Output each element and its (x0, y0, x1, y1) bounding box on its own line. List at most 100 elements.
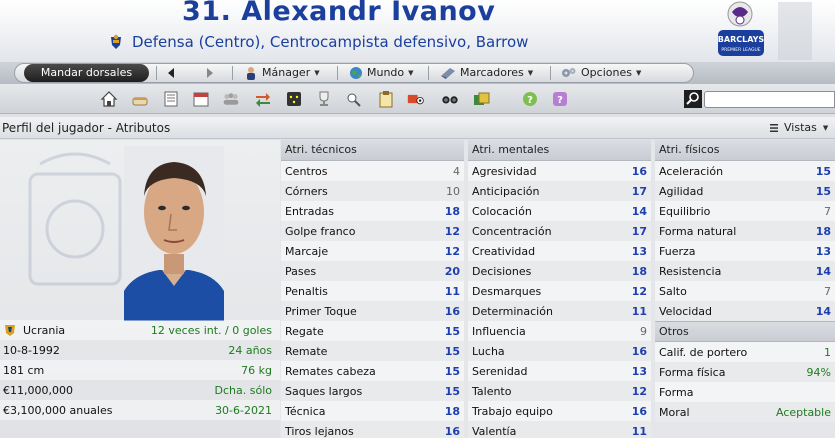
attribute-name: Determinación (472, 304, 553, 318)
main-toolbar: Mandar dorsales Mánager ▼ Mundo ▼ Marcad… (0, 62, 835, 84)
attribute-row: Agilidad 15 (655, 181, 835, 201)
toolbar-divider (428, 66, 429, 80)
attribute-name: Remate (285, 344, 328, 358)
wage-row: €3,100,000 anuales 30-6-2021 (0, 400, 280, 420)
attribute-row: Velocidad 14 (655, 301, 835, 321)
section-bar: Perfil del jugador - Atributos Vistas ▼ (0, 117, 835, 139)
attribute-row: Influencia 9 (468, 321, 651, 341)
age-value: 24 años (228, 343, 272, 357)
manager-menu[interactable]: Mánager ▼ (244, 65, 320, 81)
help-icon[interactable]: ? (521, 90, 539, 108)
home-icon[interactable] (100, 90, 118, 108)
toolbar-divider (232, 66, 233, 80)
training-icon[interactable] (407, 90, 425, 108)
header: 31. Alexandr Ivanov Defensa (Centro), Ce… (0, 0, 835, 62)
attribute-row: Remates cabeza 15 (281, 361, 464, 381)
attribute-name: Desmarques (472, 284, 542, 298)
transfer-icon[interactable] (254, 90, 272, 108)
player-subtitle: Defensa (Centro), Centrocampista defensi… (108, 33, 528, 51)
attribute-row: Colocación 14 (468, 201, 651, 221)
attribute-value: 16 (444, 304, 460, 318)
svg-text:?: ? (527, 95, 533, 106)
forward-button[interactable] (205, 65, 215, 81)
attribute-name: Fuerza (659, 244, 696, 258)
attribute-value: 18 (815, 224, 831, 238)
search-icon[interactable] (684, 90, 702, 108)
attribute-value: 17 (631, 184, 647, 198)
technical-attributes: Atri. técnicos Centros 4 Córners 10 Entradas… (281, 140, 464, 438)
trophy-icon[interactable] (315, 90, 333, 108)
attribute-value: 11 (444, 284, 460, 298)
attribute-row: Fuerza 13 (655, 241, 835, 261)
attribute-name: Resistencia (659, 264, 722, 278)
attribute-value: 94% (806, 365, 831, 379)
player-positions-club: Defensa (Centro), Centrocampista defensi… (132, 33, 529, 51)
gears-icon (562, 68, 576, 77)
marcadores-menu[interactable]: Marcadores ▼ (440, 65, 533, 81)
arrow-right-icon (207, 68, 213, 78)
attribute-value: 14 (815, 304, 831, 318)
attribute-row: Tiros lejanos 16 (281, 421, 464, 438)
list-icon (770, 123, 778, 132)
attribute-row: Córners 10 (281, 181, 464, 201)
attribute-name: Lucha (472, 344, 505, 358)
search-input[interactable] (704, 91, 835, 108)
height-row: 181 cm 76 kg (0, 360, 280, 380)
attribute-name: Forma natural (659, 224, 737, 238)
physical-header: Atri. físicos (655, 140, 835, 161)
question-icon[interactable]: ? (551, 90, 569, 108)
player-photo (124, 146, 224, 321)
mandar-dorsales-button[interactable]: Mandar dorsales (24, 64, 149, 82)
notebook-icon[interactable] (162, 90, 180, 108)
calendar-icon[interactable] (192, 90, 210, 108)
attribute-name: Centros (285, 164, 328, 178)
attribute-name: Forma física (659, 365, 726, 379)
opciones-label: Opciones (581, 66, 632, 79)
attribute-row: Valentía 11 (468, 421, 651, 438)
attribute-value: 7 (824, 284, 831, 298)
attribute-value: 18 (444, 404, 460, 418)
chevron-down-icon: ▼ (527, 69, 534, 77)
attribute-value: 18 (444, 204, 460, 218)
attribute-row: Serenidad 13 (468, 361, 651, 381)
attribute-row: Decisiones 18 (468, 261, 651, 281)
attribute-name: Colocación (472, 204, 532, 218)
attribute-name: Remates cabeza (285, 364, 376, 378)
attribute-name: Trabajo equipo (472, 404, 553, 418)
attribute-value: 15 (444, 324, 460, 338)
attribute-row: Concentración 17 (468, 221, 651, 241)
clipboard-icon[interactable] (377, 90, 395, 108)
mundo-menu[interactable]: Mundo ▼ (349, 65, 414, 81)
attribute-name: Serenidad (472, 364, 528, 378)
scout-icon[interactable] (345, 90, 363, 108)
vistas-dropdown[interactable]: Vistas ▼ (770, 121, 828, 134)
squad-icon[interactable] (222, 90, 240, 108)
caps-value: 12 veces int. / 0 goles (150, 323, 272, 337)
main-content: Ucrania 12 veces int. / 0 goles 10-8-199… (0, 140, 835, 438)
svg-text:?: ? (557, 95, 563, 106)
attribute-row: Forma (655, 382, 835, 402)
opciones-menu[interactable]: Opciones ▼ (561, 65, 641, 81)
finance-icon[interactable] (472, 90, 490, 108)
back-button[interactable] (166, 65, 176, 81)
dob-value: 10-8-1992 (3, 343, 60, 357)
binoculars-icon[interactable] (441, 90, 459, 108)
attribute-row: Talento 12 (468, 381, 651, 401)
attribute-name: Marcaje (285, 244, 329, 258)
attribute-name: Regate (285, 324, 324, 338)
toolbar-divider (156, 66, 157, 80)
premier-league-logo: BARCLAYS PREMIER LEAGUE (718, 1, 812, 60)
attribute-row: Creatividad 13 (468, 241, 651, 261)
nationality-row: Ucrania 12 veces int. / 0 goles (0, 320, 280, 340)
attribute-value: 12 (444, 244, 460, 258)
cake-icon[interactable] (131, 90, 149, 108)
manager-icon (247, 67, 255, 80)
player-title: 31. Alexandr Ivanov (182, 0, 496, 27)
badge-premier: PREMIER LEAGUE (721, 47, 760, 53)
attribute-row: Marcaje 12 (281, 241, 464, 261)
attribute-row: Aceleración 15 (655, 161, 835, 181)
mundo-label: Mundo (367, 66, 405, 79)
attribute-row: Trabajo equipo 16 (468, 401, 651, 421)
tactics-icon[interactable] (285, 90, 303, 108)
toolbar-divider (550, 66, 551, 80)
